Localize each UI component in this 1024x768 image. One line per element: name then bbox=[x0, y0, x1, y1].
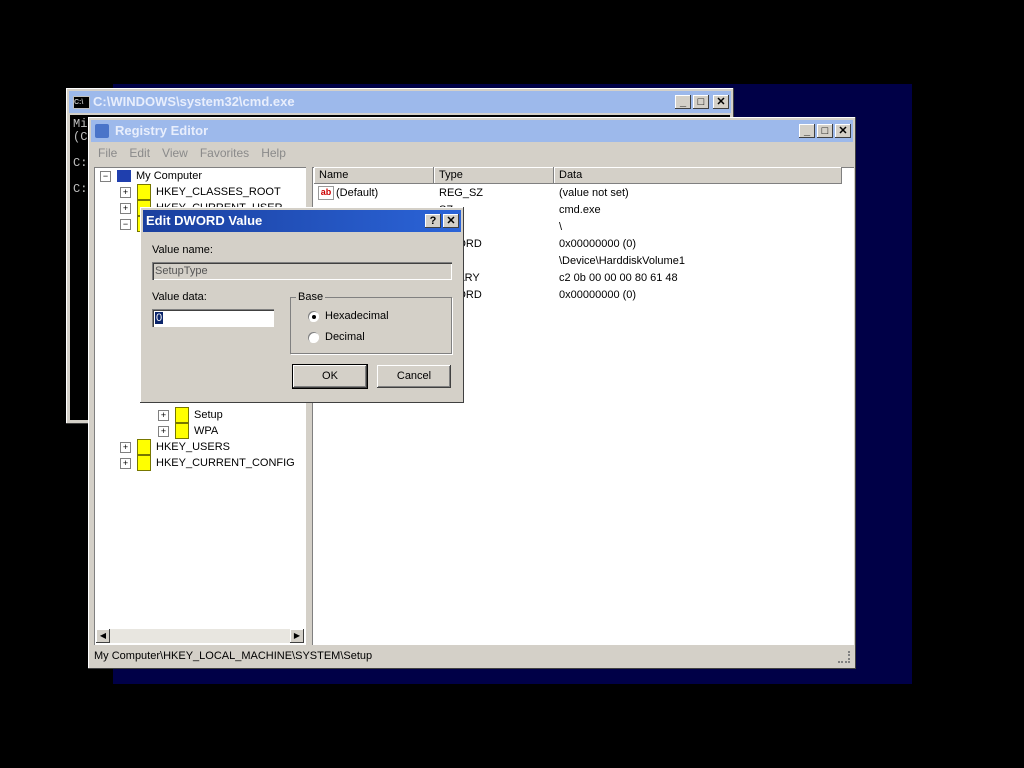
base-label: Base bbox=[296, 291, 326, 303]
expand-icon[interactable]: + bbox=[120, 457, 131, 469]
cmd-icon: C:\ bbox=[73, 96, 90, 109]
value-data-text: 0 bbox=[155, 312, 164, 324]
value-data: 0x00000000 (0) bbox=[559, 289, 637, 301]
tree-node-hku[interactable]: + HKEY_USERS bbox=[120, 439, 230, 456]
cmd-titlebar[interactable]: C:\ C:\WINDOWS\system32\cmd.exe _ □ ✕ bbox=[69, 91, 731, 113]
computer-icon bbox=[117, 170, 131, 183]
tree-label: My Computer bbox=[136, 170, 203, 182]
expand-icon[interactable]: + bbox=[120, 441, 131, 453]
dialog-titlebar[interactable]: Edit DWORD Value ? ✕ bbox=[143, 210, 461, 232]
value-data: \ bbox=[559, 221, 563, 233]
help-button[interactable]: ? bbox=[425, 214, 441, 228]
collapse-icon[interactable]: − bbox=[120, 218, 131, 230]
tree-label: HKEY_USERS bbox=[156, 441, 230, 453]
close-button[interactable]: ✕ bbox=[713, 95, 729, 109]
value-data: (value not set) bbox=[559, 187, 629, 199]
horizontal-scrollbar[interactable]: ◀ ▶ bbox=[96, 629, 304, 643]
expand-icon[interactable]: + bbox=[120, 202, 131, 214]
expand-icon[interactable]: + bbox=[158, 409, 169, 421]
scroll-right-button[interactable]: ▶ bbox=[290, 629, 304, 643]
decimal-radio[interactable] bbox=[308, 332, 319, 343]
menu-bar: File Edit View Favorites Help bbox=[92, 144, 852, 164]
tree-node-setup[interactable]: + Setup bbox=[158, 407, 223, 424]
value-data: cmd.exe bbox=[559, 204, 601, 216]
tree-label: WPA bbox=[194, 425, 219, 437]
folder-icon bbox=[137, 439, 151, 456]
scroll-left-button[interactable]: ◀ bbox=[96, 629, 110, 643]
tree-node-hkcr[interactable]: + HKEY_CLASSES_ROOT bbox=[120, 184, 281, 201]
cancel-button[interactable]: Cancel bbox=[377, 365, 451, 388]
regedit-icon bbox=[95, 124, 109, 138]
value-data: 0x00000000 (0) bbox=[559, 238, 637, 250]
cmd-title: C:\WINDOWS\system32\cmd.exe bbox=[93, 94, 295, 109]
menu-favorites[interactable]: Favorites bbox=[194, 144, 255, 162]
edit-dword-dialog[interactable]: Edit DWORD Value ? ✕ Value name: SetupTy… bbox=[140, 207, 464, 403]
value-row[interactable]: ab (Default) REG_SZ (value not set) bbox=[312, 185, 854, 202]
column-header-data[interactable]: Data bbox=[554, 167, 842, 184]
maximize-button[interactable]: □ bbox=[817, 124, 833, 138]
menu-view[interactable]: View bbox=[156, 144, 194, 162]
ok-button[interactable]: OK bbox=[292, 364, 368, 389]
status-path: My Computer\HKEY_LOCAL_MACHINE\SYSTEM\Se… bbox=[94, 650, 373, 662]
tree-node-wpa[interactable]: + WPA bbox=[158, 423, 219, 440]
folder-icon bbox=[137, 455, 151, 472]
tree-node-hkcc[interactable]: + HKEY_CURRENT_CONFIG bbox=[120, 455, 295, 472]
menu-help[interactable]: Help bbox=[255, 144, 292, 162]
base-groupbox bbox=[290, 297, 452, 354]
close-button[interactable]: ✕ bbox=[443, 214, 459, 228]
expand-icon[interactable]: + bbox=[158, 425, 169, 437]
minimize-button[interactable]: _ bbox=[799, 124, 815, 138]
regedit-title: Registry Editor bbox=[115, 123, 209, 138]
status-bar: My Computer\HKEY_LOCAL_MACHINE\SYSTEM\Se… bbox=[92, 647, 852, 665]
expand-icon[interactable]: + bbox=[120, 186, 131, 198]
value-data: c2 0b 00 00 00 80 61 48 bbox=[559, 272, 678, 284]
tree-label: Setup bbox=[194, 409, 223, 421]
dialog-title: Edit DWORD Value bbox=[146, 213, 263, 228]
close-button[interactable]: ✕ bbox=[835, 124, 851, 138]
tree-label: HKEY_CURRENT_CONFIG bbox=[156, 457, 295, 469]
folder-icon bbox=[137, 184, 151, 201]
resize-grip-icon[interactable] bbox=[838, 651, 850, 663]
regedit-titlebar[interactable]: Registry Editor _ □ ✕ bbox=[91, 120, 853, 142]
value-type: REG_SZ bbox=[439, 187, 484, 199]
menu-edit[interactable]: Edit bbox=[123, 144, 156, 162]
hexadecimal-label[interactable]: Hexadecimal bbox=[325, 310, 389, 322]
column-header-name[interactable]: Name bbox=[314, 167, 434, 184]
open-folder-icon bbox=[175, 407, 189, 424]
radio-selected-dot bbox=[312, 315, 316, 319]
minimize-button[interactable]: _ bbox=[675, 95, 691, 109]
menu-file[interactable]: File bbox=[92, 144, 123, 162]
value-data-input[interactable]: 0 bbox=[152, 309, 274, 327]
tree-node-my-computer[interactable]: − My Computer bbox=[100, 168, 202, 184]
folder-icon bbox=[175, 423, 189, 440]
value-data: \Device\HarddiskVolume1 bbox=[559, 255, 685, 267]
value-name-field: SetupType bbox=[152, 262, 452, 280]
tree-label: HKEY_CLASSES_ROOT bbox=[156, 186, 281, 198]
decimal-label[interactable]: Decimal bbox=[325, 331, 365, 343]
collapse-icon[interactable]: − bbox=[100, 170, 111, 182]
value-name-label: Value name: bbox=[152, 244, 213, 256]
string-value-icon: ab bbox=[318, 186, 334, 201]
maximize-button[interactable]: □ bbox=[693, 95, 709, 109]
column-header-type[interactable]: Type bbox=[434, 167, 554, 184]
value-data-label: Value data: bbox=[152, 291, 207, 303]
value-name: (Default) bbox=[336, 187, 379, 199]
hexadecimal-radio[interactable] bbox=[308, 311, 319, 322]
